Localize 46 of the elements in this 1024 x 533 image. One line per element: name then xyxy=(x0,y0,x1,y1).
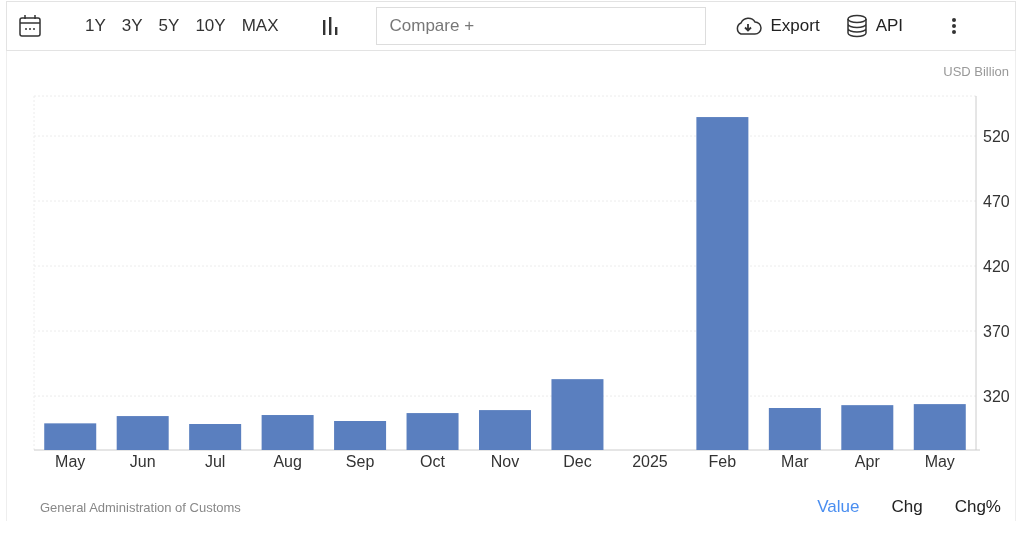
bar xyxy=(44,423,97,450)
more-menu-icon[interactable] xyxy=(951,17,958,35)
range-button[interactable]: 5Y xyxy=(150,12,188,40)
y-axis-label: 470 xyxy=(983,193,1010,211)
x-axis-label: Feb xyxy=(708,453,737,470)
y-axis-label: 320 xyxy=(983,388,1010,406)
y-axis-label: 370 xyxy=(983,323,1010,341)
x-axis-label: Sep xyxy=(345,453,375,470)
bar xyxy=(261,415,314,450)
compare-field[interactable]: Compare + xyxy=(376,7,707,45)
bar xyxy=(189,424,242,450)
source-label: General Administration of Customs xyxy=(40,499,241,515)
x-axis-label: Dec xyxy=(563,453,592,470)
bar xyxy=(551,379,604,450)
export-button[interactable]: Export xyxy=(734,12,820,40)
unit-label: USD Billion xyxy=(943,64,1009,81)
database-icon xyxy=(845,14,868,38)
x-axis-label: Jun xyxy=(129,453,156,470)
x-axis-label: Nov xyxy=(490,453,520,470)
x-axis-label: 2025 xyxy=(632,453,668,470)
x-axis-label: Jul xyxy=(204,453,226,470)
bar xyxy=(334,421,387,450)
view-tab[interactable]: Chg xyxy=(877,493,937,521)
view-tab[interactable]: Chg% xyxy=(940,493,1015,521)
y-axis-label: 420 xyxy=(983,258,1010,276)
range-button[interactable]: 1Y xyxy=(77,12,114,40)
x-axis-label: May xyxy=(924,453,955,470)
range-button[interactable]: 10Y xyxy=(187,12,234,40)
range-button[interactable]: MAX xyxy=(233,12,287,40)
bar xyxy=(768,408,821,450)
x-axis-label: Apr xyxy=(854,453,880,470)
bar xyxy=(479,410,531,450)
cloud-download-icon xyxy=(734,16,763,36)
bar xyxy=(841,405,894,450)
api-button[interactable]: API xyxy=(845,10,904,42)
calendar-icon[interactable] xyxy=(19,14,41,38)
bar xyxy=(116,416,169,450)
bar xyxy=(406,413,459,450)
x-axis-label: May xyxy=(55,453,86,470)
bar-chart-icon[interactable] xyxy=(322,17,339,35)
range-button[interactable]: 3Y xyxy=(113,12,151,40)
x-axis-label: Mar xyxy=(781,453,809,470)
bar xyxy=(913,404,966,450)
x-axis-label: Oct xyxy=(420,453,445,470)
y-axis-label: 520 xyxy=(983,128,1010,146)
x-axis-label: Aug xyxy=(273,453,302,470)
